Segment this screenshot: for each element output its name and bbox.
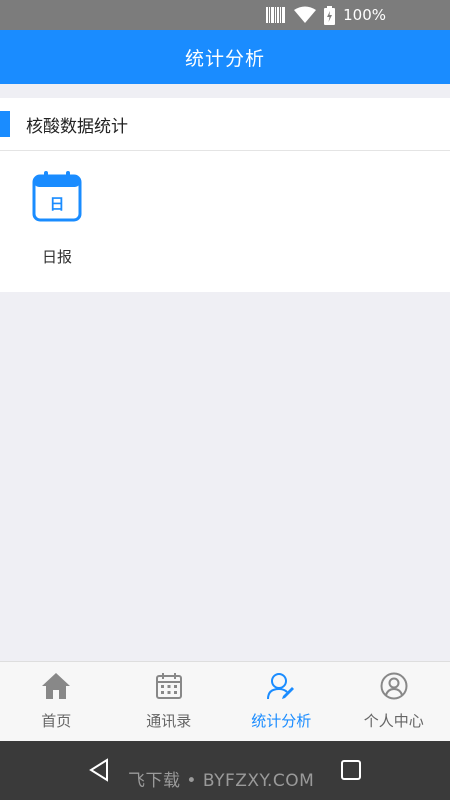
section-header: 核酸数据统计 <box>0 98 450 151</box>
home-icon <box>41 672 71 704</box>
page-header: 统计分析 <box>0 30 450 84</box>
section-marker <box>0 111 10 137</box>
tab-profile[interactable]: 个人中心 <box>338 662 450 741</box>
tab-statistics-label: 统计分析 <box>251 712 312 730</box>
tab-contacts[interactable]: 通讯录 <box>113 662 226 741</box>
status-bar: 100% <box>0 0 450 30</box>
tab-home[interactable]: 首页 <box>0 662 113 741</box>
battery-charging-icon <box>324 5 336 25</box>
tab-home-label: 首页 <box>41 712 72 730</box>
user-circle-icon <box>380 672 408 704</box>
statistics-section: 核酸数据统计 日 日报 <box>0 98 450 292</box>
page-title: 统计分析 <box>184 47 265 70</box>
user-edit-icon <box>266 672 296 704</box>
recent-apps-icon[interactable] <box>341 760 361 784</box>
bottom-tab-bar: 首页 通讯录 统计分析 个人中心 <box>0 661 450 741</box>
calendar-icon-char: 日 <box>49 195 64 213</box>
wifi-icon <box>294 6 317 24</box>
tab-statistics[interactable]: 统计分析 <box>225 662 338 741</box>
tab-contacts-label: 通讯录 <box>146 712 192 730</box>
barcode-icon <box>266 6 286 24</box>
daily-report-item[interactable]: 日 日报 <box>24 170 90 267</box>
tab-profile-label: 个人中心 <box>363 712 424 730</box>
battery-percent: 100% <box>343 6 386 24</box>
back-icon[interactable] <box>88 758 110 786</box>
section-title: 核酸数据统计 <box>26 116 128 137</box>
system-nav-bar: 飞下载 • BYFZXY.COM <box>0 741 450 800</box>
calendar-icon <box>155 672 183 704</box>
calendar-day-icon: 日 <box>32 170 82 226</box>
watermark: 飞下载 • BYFZXY.COM <box>128 771 315 791</box>
daily-report-label: 日报 <box>41 248 72 266</box>
